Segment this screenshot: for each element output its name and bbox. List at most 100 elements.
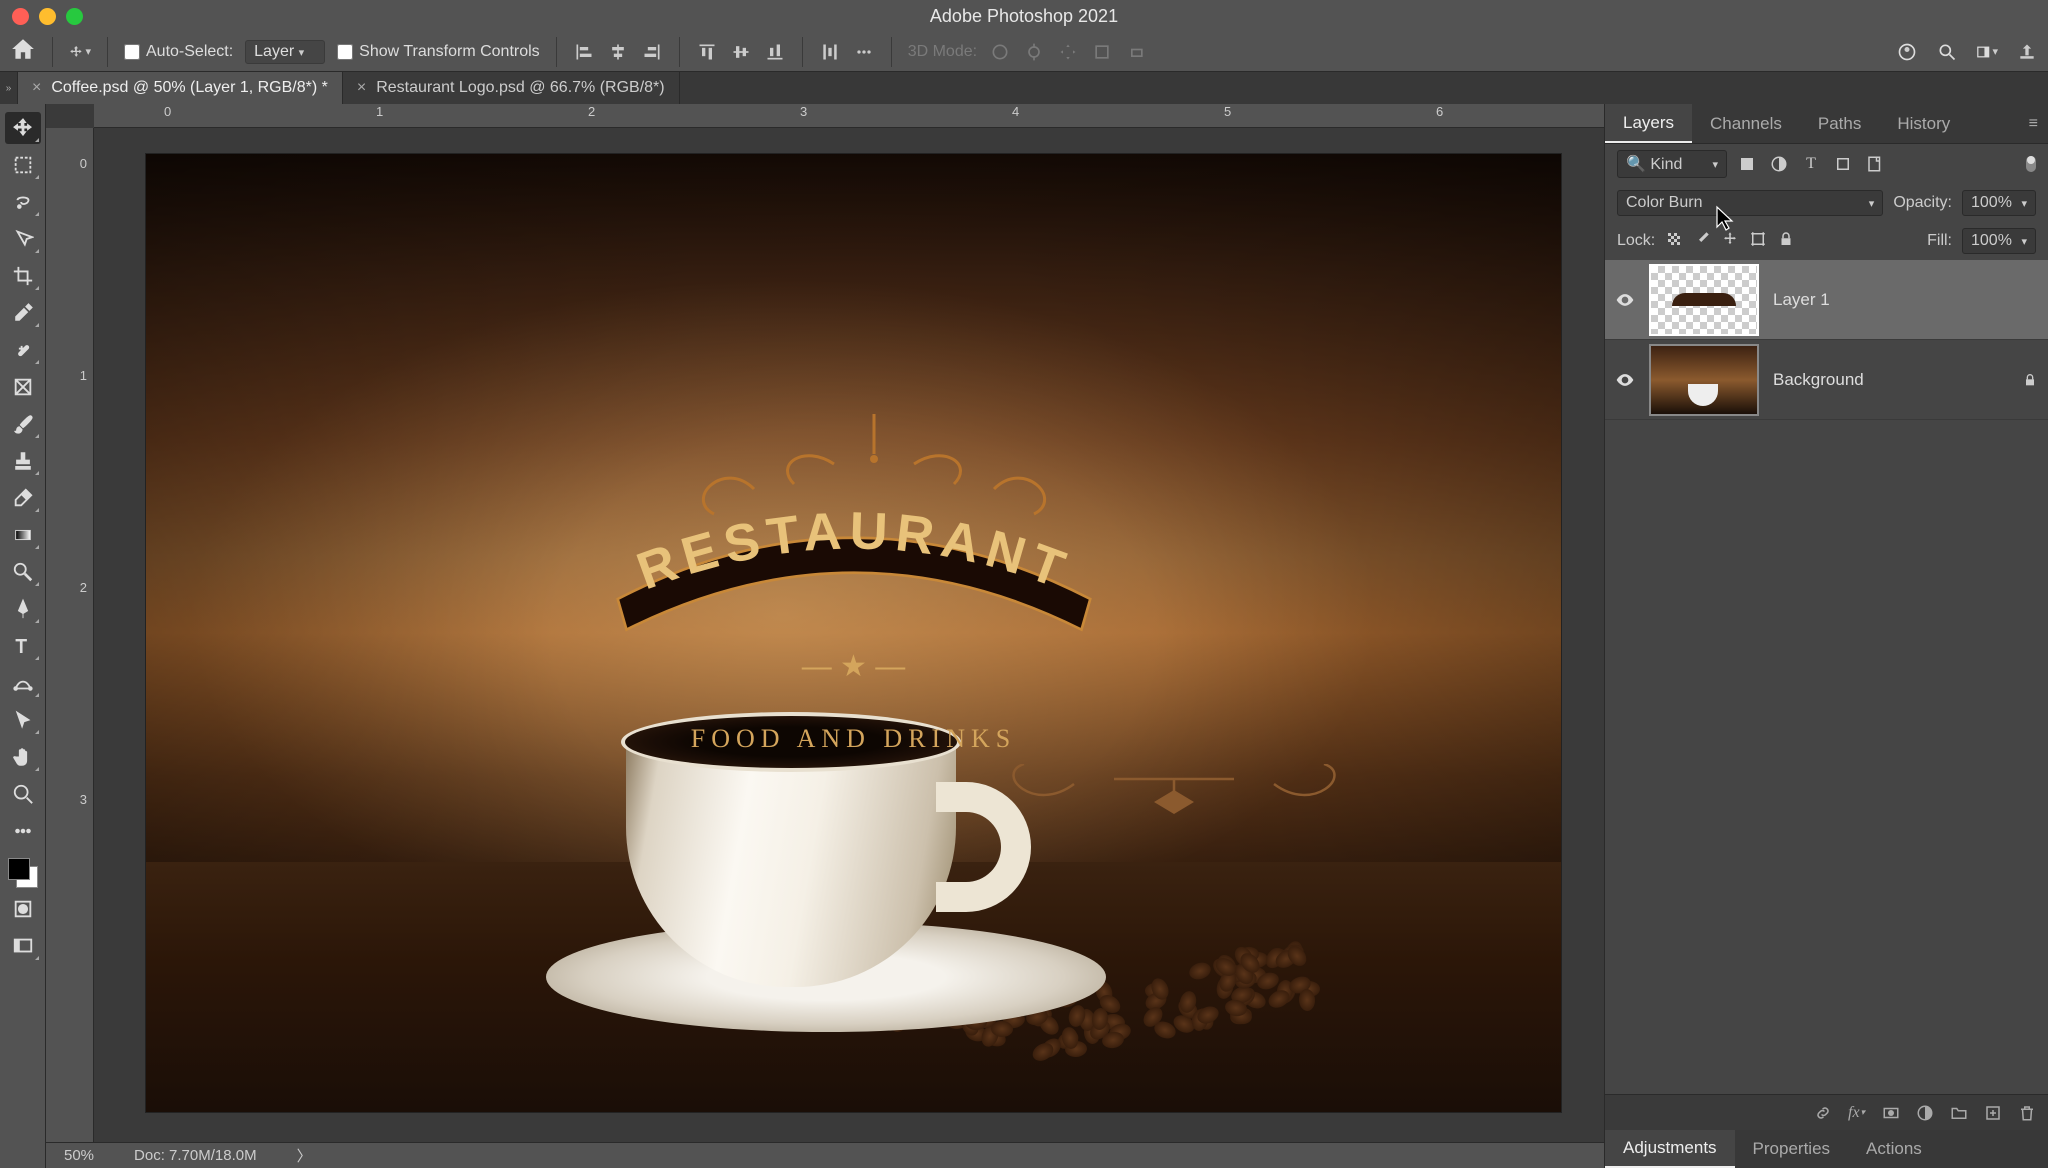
ruler-horizontal[interactable]: 0 1 2 3 4 5 6: [94, 104, 1604, 128]
tab-adjustments[interactable]: Adjustments: [1605, 1130, 1735, 1168]
auto-select-checkbox[interactable]: Auto-Select:: [124, 43, 233, 61]
adjustment-layer-icon[interactable]: [1916, 1104, 1934, 1122]
status-chevron-icon[interactable]: 〉: [297, 1145, 312, 1166]
align-bottom-icon[interactable]: [764, 41, 786, 63]
cloud-docs-icon[interactable]: [1896, 41, 1918, 63]
align-left-icon[interactable]: [573, 41, 595, 63]
more-options-icon[interactable]: [853, 41, 875, 63]
delete-layer-icon[interactable]: [2018, 1104, 2036, 1122]
stamp-tool[interactable]: [5, 445, 41, 477]
coffee-cup: [546, 922, 1106, 1032]
lock-artboard-icon[interactable]: [1749, 230, 1767, 253]
search-icon[interactable]: [1936, 41, 1958, 63]
layer-thumbnail[interactable]: [1649, 264, 1759, 336]
lock-position-icon[interactable]: [1721, 230, 1739, 253]
filter-kind-select[interactable]: 🔍 Kind▾: [1617, 150, 1727, 178]
gradient-tool[interactable]: [5, 519, 41, 551]
tab-close-icon[interactable]: ×: [32, 79, 41, 97]
opacity-input[interactable]: 100%▾: [1962, 190, 2036, 216]
tab-paths[interactable]: Paths: [1800, 104, 1879, 143]
minimize-window[interactable]: [39, 8, 56, 25]
layer-name[interactable]: Background: [1773, 370, 1864, 390]
filter-smart-icon[interactable]: [1865, 154, 1885, 174]
tab-layers[interactable]: Layers: [1605, 104, 1692, 143]
screen-mode-tool[interactable]: [5, 930, 41, 962]
shape-tool[interactable]: [5, 667, 41, 699]
tab-overflow-toggle[interactable]: »: [0, 72, 18, 104]
layer-mask-icon[interactable]: [1882, 1104, 1900, 1122]
tab-title: Restaurant Logo.psd @ 66.7% (RGB/8*): [376, 79, 664, 97]
visibility-icon[interactable]: [1615, 290, 1635, 310]
pen-tool[interactable]: [5, 593, 41, 625]
align-center-h-icon[interactable]: [607, 41, 629, 63]
layer-thumbnail[interactable]: [1649, 344, 1759, 416]
document-tab[interactable]: × Restaurant Logo.psd @ 66.7% (RGB/8*): [343, 72, 680, 104]
panel-tabs: Layers Channels Paths History ≡: [1605, 104, 2048, 144]
quick-mask-tool[interactable]: [5, 893, 41, 925]
layer-item[interactable]: Layer 1: [1605, 260, 2048, 340]
lock-all-icon[interactable]: [1777, 230, 1795, 253]
auto-select-target[interactable]: Layer ▾: [245, 40, 325, 64]
tab-history[interactable]: History: [1879, 104, 1968, 143]
marquee-tool[interactable]: [5, 149, 41, 181]
layer-name[interactable]: Layer 1: [1773, 290, 1830, 310]
share-icon[interactable]: [2016, 41, 2038, 63]
lock-trans-icon[interactable]: [1665, 230, 1683, 253]
distribute-icon[interactable]: [819, 41, 841, 63]
fill-label: Fill:: [1927, 232, 1952, 250]
filter-adjust-icon[interactable]: [1769, 154, 1789, 174]
healing-tool[interactable]: [5, 334, 41, 366]
lock-paint-icon[interactable]: [1693, 230, 1711, 253]
move-tool[interactable]: [5, 112, 41, 144]
eraser-tool[interactable]: [5, 482, 41, 514]
app-title: Adobe Photoshop 2021: [930, 6, 1118, 27]
zoom-tool[interactable]: [5, 778, 41, 810]
crop-tool[interactable]: [5, 260, 41, 292]
eyedropper-tool[interactable]: [5, 297, 41, 329]
visibility-icon[interactable]: [1615, 370, 1635, 390]
lasso-tool[interactable]: [5, 186, 41, 218]
document-tab-active[interactable]: × Coffee.psd @ 50% (Layer 1, RGB/8*) *: [18, 72, 343, 104]
type-tool[interactable]: T: [5, 630, 41, 662]
color-swatches[interactable]: [8, 858, 38, 888]
filter-toggle[interactable]: [2026, 156, 2036, 172]
hand-tool[interactable]: [5, 741, 41, 773]
frame-tool[interactable]: [5, 371, 41, 403]
dodge-tool[interactable]: [5, 556, 41, 588]
align-center-v-icon[interactable]: [730, 41, 752, 63]
close-window[interactable]: [12, 8, 29, 25]
filter-pixel-icon[interactable]: [1737, 154, 1757, 174]
link-layers-icon[interactable]: [1814, 1104, 1832, 1122]
edit-toolbar[interactable]: [5, 815, 41, 847]
tab-close-icon[interactable]: ×: [357, 79, 366, 97]
blend-mode-select[interactable]: Color Burn▾: [1617, 190, 1883, 216]
align-top-icon[interactable]: [696, 41, 718, 63]
ruler-vertical[interactable]: 0 1 2 3: [46, 128, 94, 1144]
zoom-level[interactable]: 50%: [64, 1147, 94, 1164]
options-bar: ▾ Auto-Select: Layer ▾ Show Transform Co…: [0, 32, 2048, 72]
doc-info[interactable]: Doc: 7.70M/18.0M: [134, 1147, 257, 1164]
quick-select-tool[interactable]: [5, 223, 41, 255]
brush-tool[interactable]: [5, 408, 41, 440]
move-tool-icon[interactable]: ▾: [69, 41, 91, 63]
tab-properties[interactable]: Properties: [1735, 1130, 1848, 1168]
align-right-icon[interactable]: [641, 41, 663, 63]
tab-channels[interactable]: Channels: [1692, 104, 1800, 143]
show-transform-checkbox[interactable]: Show Transform Controls: [337, 43, 540, 61]
canvas[interactable]: /*beans generated inline as divs below*/…: [146, 154, 1561, 1112]
panel-menu-icon[interactable]: ≡: [2019, 104, 2048, 143]
new-layer-icon[interactable]: [1984, 1104, 2002, 1122]
fill-input[interactable]: 100%▾: [1962, 228, 2036, 254]
home-button[interactable]: [10, 36, 36, 67]
filter-shape-icon[interactable]: [1833, 154, 1853, 174]
canvas-area[interactable]: 0 1 2 3 4 5 6 0 1 2 3 /*beans generated …: [46, 104, 1604, 1168]
path-select-tool[interactable]: [5, 704, 41, 736]
filter-type-icon[interactable]: T: [1801, 154, 1821, 174]
divider: [679, 37, 680, 67]
maximize-window[interactable]: [66, 8, 83, 25]
workspace-switcher-icon[interactable]: ▾: [1976, 41, 1998, 63]
layer-item[interactable]: Background: [1605, 340, 2048, 420]
layer-style-icon[interactable]: fx▾: [1848, 1104, 1866, 1122]
group-icon[interactable]: [1950, 1104, 1968, 1122]
tab-actions[interactable]: Actions: [1848, 1130, 1940, 1168]
